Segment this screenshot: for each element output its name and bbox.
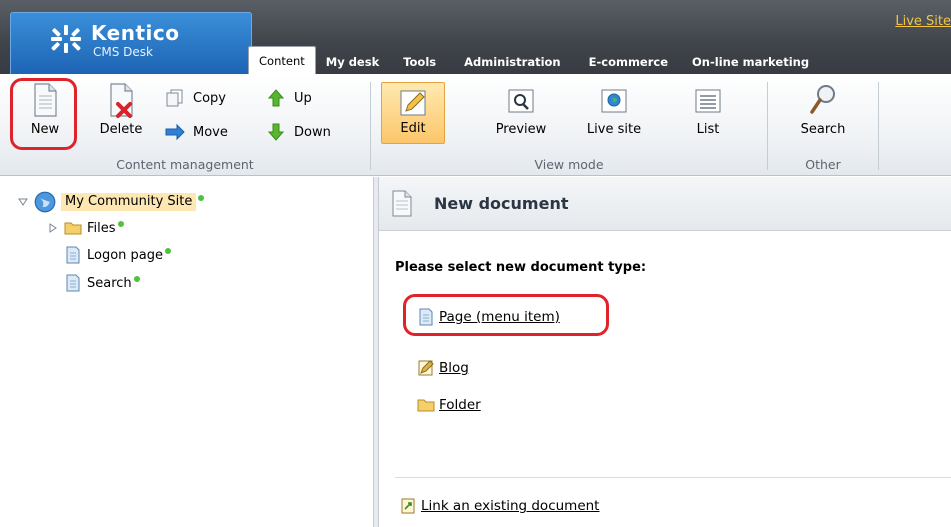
list-icon [695,89,721,113]
live-site-link[interactable]: Live Site [895,14,951,29]
tab-tools[interactable]: Tools [389,50,450,74]
other-label: Other [805,157,841,172]
delete-button-label: Delete [99,122,143,137]
other-group: Search Other [768,74,878,176]
delete-document-icon [110,83,133,118]
tree-item-files[interactable]: Files [48,217,124,239]
search-button-label: Search [800,122,846,137]
down-label: Down [294,124,331,140]
document-icon [392,190,412,217]
page-title: New document [434,194,569,213]
toolbar-separator [878,82,879,170]
edit-button[interactable]: Edit [381,82,445,144]
published-status-dot [198,195,205,201]
link-existing-document[interactable]: Link an existing document [399,495,599,517]
up-label: Up [294,90,312,106]
content-tree: My Community Site Files Logon page Searc… [0,177,373,527]
search-icon [810,85,835,114]
view-mode-label: View mode [534,157,604,172]
doctype-label: Folder [439,397,481,413]
up-button[interactable]: Up [266,87,312,109]
move-icon [165,123,185,141]
content-header: New document [379,177,951,231]
new-button-label: New [30,122,60,137]
search-button[interactable]: Search [796,78,850,148]
page-icon [419,308,433,326]
live-site-globe-icon [601,89,627,113]
live-site-button[interactable]: Live site [579,78,649,148]
new-button[interactable]: New [18,78,72,148]
doctype-page-menu-item[interactable]: Page (menu item) [417,306,560,328]
preview-button[interactable]: Preview [489,78,553,148]
move-button[interactable]: Move [165,121,228,143]
logo-title: Kentico [91,21,180,45]
kentico-logo: Kentico CMS Desk [10,12,252,74]
tree-item-label: Logon page [87,247,164,263]
tab-content[interactable]: Content [248,46,316,74]
main-tabs: Content My desk Tools Administration E-c… [248,46,819,74]
tree-root-node[interactable]: My Community Site [18,191,205,213]
content-pane: New document Please select new document … [379,177,951,527]
arrow-down-icon [267,123,285,141]
app-header: Kentico CMS Desk Live Site Content My de… [0,0,951,74]
kentico-logo-icon [51,25,81,53]
blog-icon [418,360,434,376]
list-button[interactable]: List [681,78,735,148]
doctype-folder[interactable]: Folder [417,394,481,416]
copy-icon [166,89,183,107]
preview-icon [508,89,534,113]
copy-label: Copy [193,90,226,106]
tab-on-line-marketing[interactable]: On-line marketing [682,50,819,74]
edit-icon [400,90,426,116]
delete-button[interactable]: Delete [94,78,148,148]
view-mode-group: Edit Preview Live site List View mode [371,74,767,176]
list-button-label: List [696,122,720,137]
tree-item-logon-page[interactable]: Logon page [64,244,172,266]
preview-button-label: Preview [495,122,547,137]
tree-item-label: Search [87,275,132,291]
site-globe-icon [34,191,56,213]
tab-administration[interactable]: Administration [450,50,575,74]
tab-my-desk[interactable]: My desk [316,50,389,74]
page-icon [66,274,80,292]
link-document-icon [401,498,415,514]
move-label: Move [193,124,228,140]
folder-icon [64,222,82,235]
published-status-dot [133,276,140,282]
tree-root-label: My Community Site [61,193,197,211]
content-management-group: New Delete Copy Move Up Down Content man… [0,74,370,176]
copy-button[interactable]: Copy [165,87,226,109]
edit-button-label: Edit [400,121,426,136]
tree-item-label: Files [87,220,116,236]
page-icon [66,246,80,264]
divider [395,477,951,478]
logo-subtitle: CMS Desk [93,45,153,59]
select-document-type-label: Please select new document type: [395,260,647,275]
down-button[interactable]: Down [266,121,331,143]
expand-arrow-icon[interactable] [48,223,58,233]
live-site-button-label: Live site [586,122,642,137]
folder-icon [417,399,435,412]
doctype-blog[interactable]: Blog [417,357,469,379]
arrow-up-icon [267,89,285,107]
content-management-label: Content management [116,157,254,172]
ribbon-toolbar: New Delete Copy Move Up Down Content man… [0,74,951,176]
tree-item-search[interactable]: Search [64,272,140,294]
published-status-dot [117,221,124,227]
published-status-dot [165,248,172,254]
link-existing-label: Link an existing document [421,498,600,514]
doctype-label: Page (menu item) [439,309,560,325]
new-document-icon [34,83,57,117]
collapse-arrow-icon[interactable] [18,197,28,207]
tab-e-commerce[interactable]: E-commerce [575,50,682,74]
doctype-label: Blog [439,360,469,376]
